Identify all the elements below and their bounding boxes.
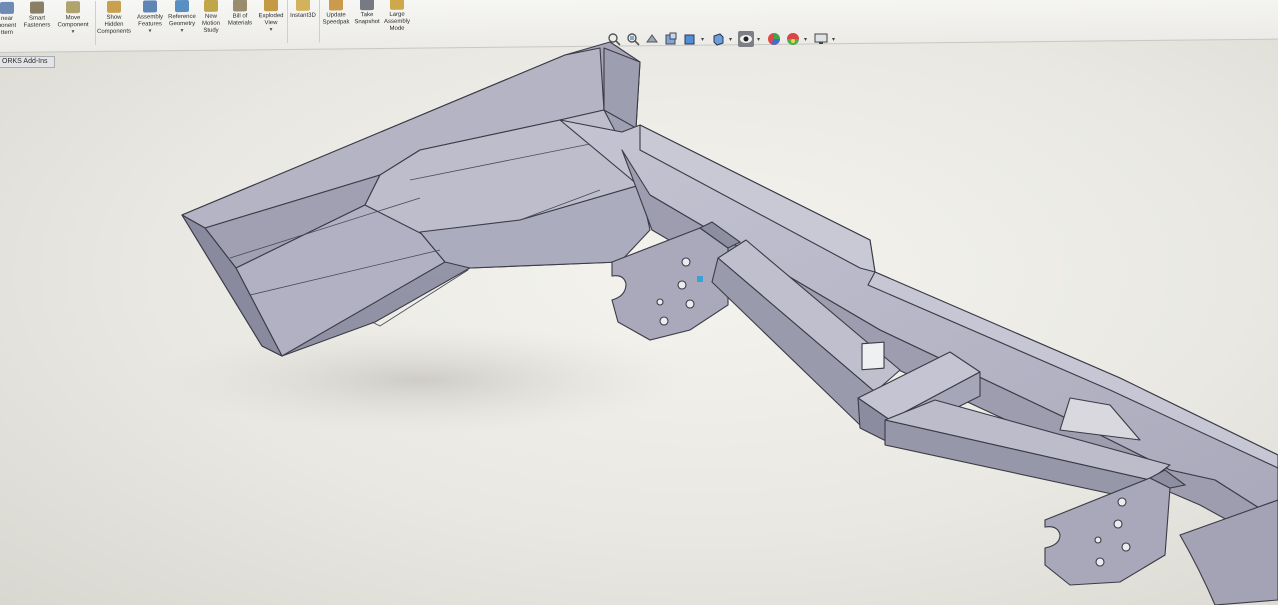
bolt-hole (1113, 519, 1123, 529)
selection-handle[interactable] (697, 276, 703, 282)
side-tray-panel[interactable] (181, 41, 651, 357)
bolt-hole (1094, 536, 1102, 544)
bolt-hole (1121, 542, 1131, 552)
bolt-hole (681, 257, 691, 267)
bolt-hole (677, 280, 687, 290)
bolt-hole (1117, 497, 1127, 507)
model-shadow (150, 325, 690, 435)
bolt-hole (659, 316, 669, 326)
bolt-hole (1095, 557, 1105, 567)
bolt-hole (656, 298, 664, 306)
graphics-area-3d-model[interactable] (0, 0, 1278, 605)
bolt-hole (685, 299, 695, 309)
